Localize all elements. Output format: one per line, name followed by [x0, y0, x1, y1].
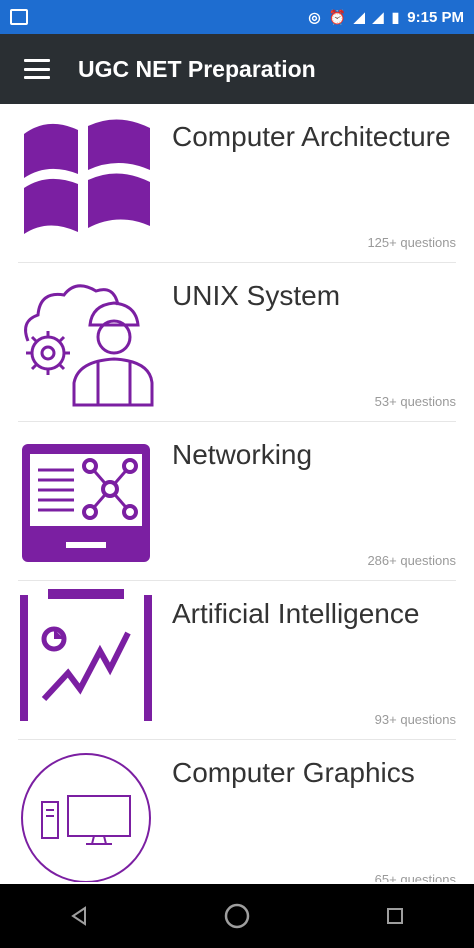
topic-item-artificial-intelligence[interactable]: Artificial Intelligence 93+ questions: [18, 581, 456, 740]
gallery-notification-icon: [10, 9, 28, 25]
recents-button[interactable]: [365, 896, 425, 936]
home-button[interactable]: [207, 896, 267, 936]
question-count: 93+ questions: [374, 712, 456, 727]
app-title: UGC NET Preparation: [78, 55, 316, 82]
hotspot-icon: ◎: [308, 9, 321, 25]
topic-item-computer-graphics[interactable]: Computer Graphics 65+ questions: [18, 740, 456, 882]
signal-2-icon: ◢: [372, 9, 384, 25]
app-bar: UGC NET Preparation: [0, 34, 474, 104]
back-icon: [71, 906, 86, 926]
topic-list: Computer Architecture 125+ questions UNI…: [0, 104, 474, 882]
topic-title: Computer Graphics: [172, 757, 415, 788]
back-button[interactable]: [49, 896, 109, 936]
question-count: 53+ questions: [374, 394, 456, 409]
status-bar: ◎ ⏰ ◢ ◢ ▮ 9:15 PM: [0, 0, 474, 34]
desktop-computer-icon: [21, 753, 151, 882]
battery-icon: ▮: [391, 9, 400, 25]
topic-item-networking[interactable]: Networking 286+ questions: [18, 422, 456, 581]
navigation-bar: [0, 884, 474, 948]
topic-title: Computer Architecture: [172, 121, 451, 152]
status-time: 9:15 PM: [407, 8, 464, 26]
topic-title: Networking: [172, 439, 313, 470]
topic-title: UNIX System: [172, 280, 341, 311]
topic-title: Artificial Intelligence: [172, 598, 420, 629]
menu-icon[interactable]: [24, 59, 50, 79]
question-count: 125+ questions: [367, 235, 456, 250]
analytics-clipboard-icon: [20, 589, 152, 721]
question-count: 65+ questions: [374, 872, 456, 882]
topic-item-unix-system[interactable]: UNIX System 53+ questions: [18, 263, 456, 422]
network-monitor-icon: [22, 444, 150, 562]
home-icon: [224, 903, 250, 929]
engineer-cloud-gear-icon: [24, 284, 154, 407]
topic-item-computer-architecture[interactable]: Computer Architecture 125+ questions: [18, 104, 456, 263]
recents-icon: [387, 908, 403, 924]
alarm-icon: ⏰: [328, 9, 347, 25]
question-count: 286+ questions: [367, 553, 456, 568]
windows-icon: [24, 119, 150, 234]
signal-icon: ◢: [354, 9, 365, 25]
